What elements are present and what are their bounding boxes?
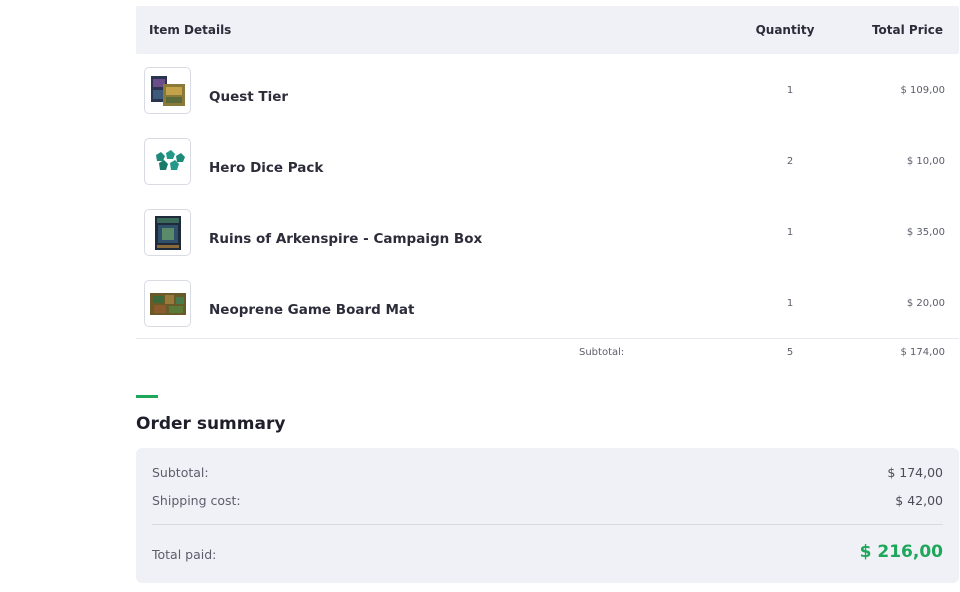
- dice-icon: [144, 138, 191, 185]
- order-items-table: Item Details Quantity Total Price Quest …: [136, 6, 959, 369]
- item-price: $ 20,00: [906, 298, 945, 309]
- summary-subtotal-line: Subtotal: $ 174,00: [152, 465, 943, 480]
- item-price: $ 35,00: [906, 227, 945, 238]
- product-name[interactable]: Neoprene Game Board Mat: [209, 302, 414, 318]
- header-quantity: Quantity: [755, 23, 815, 37]
- summary-divider: [152, 524, 943, 525]
- table-row: Ruins of Arkenspire - Campaign Box 1 $ 3…: [136, 196, 959, 267]
- product-name[interactable]: Quest Tier: [209, 89, 288, 105]
- item-quantity: 1: [786, 85, 794, 96]
- section-accent-bar: [136, 395, 158, 398]
- shipping-value: $ 42,00: [895, 493, 943, 508]
- game-box-icon: [144, 209, 191, 256]
- table-row: Quest Tier 1 $ 109,00: [136, 54, 959, 125]
- table-row: Neoprene Game Board Mat 1 $ 20,00: [136, 267, 959, 338]
- subtotal-quantity: 5: [786, 347, 794, 358]
- total-paid-value: $ 216,00: [859, 542, 943, 562]
- shipping-label: Shipping cost:: [152, 493, 241, 508]
- table-row: Hero Dice Pack 2 $ 10,00: [136, 125, 959, 196]
- header-item-details: Item Details: [149, 23, 232, 37]
- item-quantity: 1: [786, 298, 794, 309]
- subtotal-label: Subtotal:: [579, 347, 625, 358]
- subtotal-price: $ 174,00: [900, 347, 945, 358]
- product-name[interactable]: Ruins of Arkenspire - Campaign Box: [209, 231, 482, 247]
- summary-shipping-line: Shipping cost: $ 42,00: [152, 493, 943, 508]
- item-quantity: 1: [786, 227, 794, 238]
- item-price: $ 10,00: [906, 156, 945, 167]
- order-summary-title: Order summary: [136, 414, 286, 434]
- summary-subtotal-label: Subtotal:: [152, 465, 209, 480]
- item-price: $ 109,00: [900, 85, 945, 96]
- item-quantity: 2: [786, 156, 794, 167]
- product-name[interactable]: Hero Dice Pack: [209, 160, 323, 176]
- summary-subtotal-value: $ 174,00: [887, 465, 943, 480]
- total-paid-line: Total paid:: [152, 547, 943, 562]
- total-paid-label: Total paid:: [152, 547, 217, 562]
- header-total-price: Total Price: [871, 23, 943, 37]
- board-mat-icon: [144, 280, 191, 327]
- order-summary-panel: Subtotal: $ 174,00 Shipping cost: $ 42,0…: [136, 448, 959, 583]
- box-stack-icon: [144, 67, 191, 114]
- table-header: Item Details Quantity Total Price: [136, 6, 959, 54]
- subtotal-row: Subtotal: 5 $ 174,00: [136, 338, 959, 369]
